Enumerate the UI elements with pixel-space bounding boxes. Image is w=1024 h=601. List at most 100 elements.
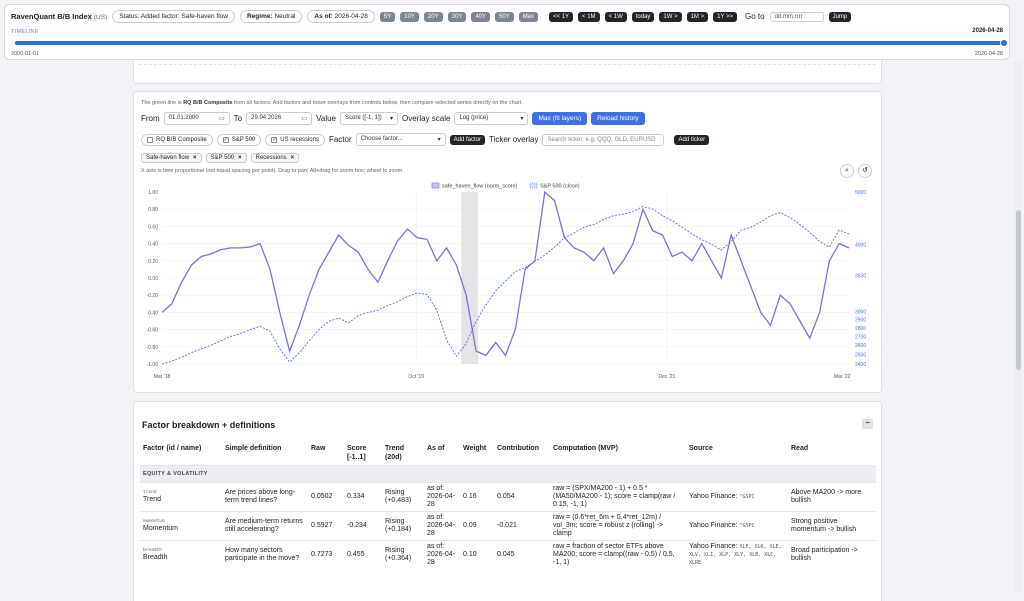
from-date-input[interactable]: 01.01.2000 ▭ xyxy=(163,112,230,125)
chevron-down-icon: ▾ xyxy=(437,137,441,143)
step-button-3[interactable]: today xyxy=(631,11,655,22)
layer-chip-label: S&P 500 xyxy=(210,155,235,161)
remove-chip-icon[interactable]: × xyxy=(193,155,197,161)
from-label: From xyxy=(141,114,160,123)
remove-chip-icon[interactable]: × xyxy=(238,155,242,161)
timeline-label: TIMELINE xyxy=(11,29,39,35)
column-header: As of xyxy=(427,445,445,452)
range-button-10y[interactable]: 10Y xyxy=(400,11,419,22)
layer-toggle-label: US recessions xyxy=(280,136,319,143)
range-button-group: 5Y 10Y 20Y 30Y 40Y 50Y Max xyxy=(379,11,539,22)
collapse-button[interactable]: − xyxy=(862,419,873,429)
ticker-search-input[interactable]: Search ticker, e.g. QQQ, GLD, EURUSD xyxy=(542,133,665,146)
calendar-icon: ▭ xyxy=(301,116,308,122)
reset-icon[interactable]: ↺ xyxy=(858,164,872,178)
table-row: breadth Breadth How many sectors participa… xyxy=(140,540,876,569)
overlay-scale-select[interactable]: Log (price) ▾ xyxy=(454,112,529,125)
read-cell: Strong positive momentum -> bullish xyxy=(788,511,876,541)
step-button-0[interactable]: << 1Y xyxy=(549,11,574,22)
y-left-tick-label: 0.20 xyxy=(148,259,158,265)
max-fit-button[interactable]: Max (fit layers) xyxy=(532,112,588,125)
range-button-50y[interactable]: 50Y xyxy=(495,11,514,22)
column-header: Raw xyxy=(311,445,326,452)
reload-history-button[interactable]: Reload history xyxy=(591,112,645,125)
add-ticker-button[interactable]: Add ticker xyxy=(674,134,710,145)
factor-select[interactable]: Choose factor... ▾ xyxy=(355,133,446,146)
remove-chip-icon[interactable]: × xyxy=(291,155,295,161)
checkbox[interactable]: ✓ xyxy=(222,136,229,143)
column-header: Trend (20d) xyxy=(385,445,405,461)
y-right-tick-label: 2800 xyxy=(855,326,866,332)
source-cell: Yahoo Finance: ^GSPC xyxy=(686,482,788,512)
y-left-tick-label: 0.00 xyxy=(148,276,158,282)
y-left-tick-label: -0.60 xyxy=(147,328,159,334)
layer-toggle-label: RQ B/B Composite xyxy=(156,136,207,143)
timeline-end: 2026-04-28 xyxy=(974,51,1003,57)
value-select[interactable]: Score ([-1, 1]) ▾ xyxy=(340,112,398,125)
column-header: Computation (MVP) xyxy=(553,445,618,452)
jump-button[interactable]: Jump xyxy=(828,11,852,22)
checkbox[interactable]: ✓ xyxy=(271,136,278,143)
range-button-5y[interactable]: 5Y xyxy=(379,11,396,22)
app-title-text: RavenQuant B/B Index xyxy=(11,12,92,21)
y-left-tick-label: -0.20 xyxy=(147,293,159,299)
range-button-30y[interactable]: 30Y xyxy=(447,11,467,22)
overlay-scale-label: Overlay scale xyxy=(402,114,451,123)
layer-toggle[interactable]: ✓ US recessions xyxy=(265,133,325,146)
weight-cell: 0.10 xyxy=(460,540,494,569)
definition-cell: How many sectors participate in the move… xyxy=(222,540,308,569)
table-body: EQUITY & VOLATILITY trend Trend Are prices … xyxy=(140,465,876,569)
step-button-2[interactable]: < 1W xyxy=(604,11,627,22)
y-right-tick-label: 2900 xyxy=(855,318,866,324)
note-suffix: from all factors. Add factors and ticker… xyxy=(233,100,523,106)
step-button-1[interactable]: < 1M xyxy=(578,11,600,22)
read-cell: Above MA200 -> more bullish xyxy=(788,482,876,512)
factor-table-card: Factor breakdown + definitions − Factor … xyxy=(133,401,882,601)
definition-cell: Are medium-term returns still accelerati… xyxy=(222,511,308,541)
goto-date-input[interactable]: dd.mm.rrrr xyxy=(769,11,824,22)
y-left-tick-label: 0.40 xyxy=(148,242,158,248)
to-date-value: 29.04.2026 xyxy=(251,115,282,121)
step-button-4[interactable]: 1W > xyxy=(659,11,682,22)
legend-swatch-safe-haven xyxy=(431,182,440,189)
computation-cell: raw = (0.6*ret_6m + 0.4*ret_12m) / vol_3… xyxy=(550,511,686,541)
asof-cell: as of: 2026-04-28 xyxy=(424,540,460,569)
source-name: Yahoo Finance: xyxy=(689,493,740,500)
column-header: Read xyxy=(791,445,809,452)
group-label: EQUITY & VOLATILITY xyxy=(140,465,876,483)
to-date-input[interactable]: 29.04.2026 ▭ xyxy=(246,112,313,125)
timeline-current-date: 2026-04-28 xyxy=(972,28,1003,34)
top-controls: RavenQuant B/B Index (US) Status: Added f… xyxy=(11,10,852,23)
weight-cell: 0.09 xyxy=(460,511,494,541)
step-button-5[interactable]: 1M > xyxy=(686,11,709,22)
trend-cell: Rising (+0.184) xyxy=(382,511,424,541)
top-bar: RavenQuant B/B Index (US) Status: Added f… xyxy=(4,4,1010,60)
legend-label: S&P 500 (close) xyxy=(540,184,580,190)
note-bold: RQ B/B Composite xyxy=(183,100,233,106)
range-button-40y[interactable]: 40Y xyxy=(471,11,490,22)
timeline-slider-track[interactable] xyxy=(15,41,1005,45)
timeline-slider-handle[interactable] xyxy=(1000,39,1008,47)
magnifier-icon[interactable]: ⌕ xyxy=(840,164,854,178)
layer-toggle[interactable]: RQ B/B Composite xyxy=(141,133,213,146)
step-button-6[interactable]: 1Y >> xyxy=(713,11,738,22)
checkbox[interactable] xyxy=(147,136,153,143)
y-right-tick-label: 4000 xyxy=(855,242,866,248)
factor-chart[interactable]: 1.00 0.80 0.60 0.40 0.20 0.00 -0.20 -0.40 -0.60 -… xyxy=(134,180,883,390)
add-factor-button[interactable]: Add factor xyxy=(449,134,485,145)
range-button-20y[interactable]: 20Y xyxy=(423,11,443,22)
source-cell: Yahoo Finance: XLF, XLK, XLE, XLV, XLI, … xyxy=(686,540,788,569)
factor-cell: momentum Momentum xyxy=(140,511,222,541)
layer-toggle[interactable]: ✓ S&P 500 xyxy=(216,133,262,146)
factor-cell: breadth Breadth xyxy=(140,540,222,569)
series-sp500-line xyxy=(161,206,850,365)
definition-cell: Are prices above long-term trend lines? xyxy=(222,482,308,512)
y-right-tick-label: 3500 xyxy=(855,274,866,280)
factor-table: Factor (id / name) Simple definition Raw Sc… xyxy=(140,442,876,569)
to-label: To xyxy=(233,114,243,123)
recession-band xyxy=(461,192,479,364)
layer-chip: S&P 500 × xyxy=(205,153,247,163)
computation-cell: raw = (SPX/MA200 - 1) + 0.5 * (MA50/MA20… xyxy=(550,482,686,512)
range-button-max[interactable]: Max xyxy=(518,11,539,22)
scrollbar-thumb[interactable] xyxy=(1016,210,1021,370)
